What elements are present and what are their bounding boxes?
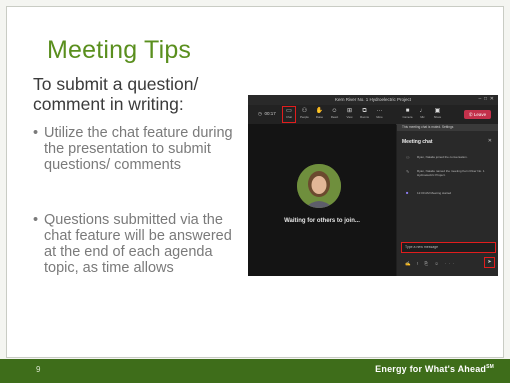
slide: Meeting Tips To submit a question/ comme… <box>0 0 510 383</box>
slide-subtitle: To submit a question/ comment in writing… <box>33 74 199 114</box>
timer-value: 00:17 <box>264 111 276 116</box>
leave-label: Leave <box>473 112 487 117</box>
toolbar-label: View <box>346 115 353 119</box>
meeting-timer: ◷ 00:17 <box>258 111 276 116</box>
chat-muted-banner[interactable]: This meeting chat is muted. Settings <box>397 124 498 131</box>
slide-footer: 9 Energy for What's AheadSM <box>0 359 510 383</box>
toolbar-share-button[interactable]: ▣ Share <box>431 107 444 122</box>
footer-tagline: Energy for What's AheadSM <box>375 364 494 374</box>
toolbar-chat-button[interactable]: ▭ Chat <box>282 106 296 123</box>
toolbar-react-button[interactable]: ☺ React <box>328 107 341 122</box>
react-icon: ☺ <box>331 108 338 114</box>
share-icon: ▣ <box>434 108 441 114</box>
toolbar-label: Raise <box>315 115 324 119</box>
tagline-text: Energy for What's Ahead <box>375 364 487 374</box>
rooms-icon: ⧉ <box>362 108 367 114</box>
close-icon[interactable]: ✕ <box>488 138 492 144</box>
edit-icon: ✎ <box>406 169 410 174</box>
meeting-started-icon: ■ <box>406 190 409 195</box>
people-icon: ⚇ <box>301 108 308 114</box>
teams-meeting-screenshot: Kern River No. 1 Hydroelectric Project –… <box>248 95 498 276</box>
more-icon: ··· <box>376 108 383 114</box>
toolbar-people-button[interactable]: ⚇ People <box>298 107 311 122</box>
bullet-dot-icon: • <box>33 125 39 141</box>
bullet-text: Utilize the chat feature during the pres… <box>44 125 233 173</box>
teams-title-bar: Kern River No. 1 Hydroelectric Project –… <box>248 95 498 105</box>
toolbar-label: Chat <box>286 115 292 119</box>
toolbar-more-button[interactable]: ··· More <box>373 107 386 122</box>
toolbar-label: People <box>300 115 309 119</box>
page-number: 9 <box>36 365 41 374</box>
leave-button[interactable]: ✆ Leave <box>464 110 491 119</box>
avatar-photo-icon <box>297 164 341 208</box>
service-mark: SM <box>486 364 494 370</box>
chat-icon: ▭ <box>286 108 292 114</box>
toolbar-label: Camera <box>402 115 413 119</box>
meeting-chat-panel: This meeting chat is muted. Settings Mee… <box>397 124 498 276</box>
chat-message-input[interactable]: Type a new message <box>401 242 496 253</box>
chat-header: Meeting chat <box>402 139 433 145</box>
toolbar-camera-button[interactable]: ■ Camera <box>401 107 414 122</box>
bullet-item: • Utilize the chat feature during the pr… <box>33 125 238 173</box>
chat-message: Ryan, Natalie joined the conversation. <box>417 155 468 159</box>
toolbar-raise-button[interactable]: ✋ Raise <box>313 107 326 122</box>
waiting-status: Waiting for others to join... <box>284 218 360 224</box>
toolbar-label: More <box>376 115 383 119</box>
chat-message: Ryan, Natalie named the meeting Kern Riv… <box>417 169 485 177</box>
slide-title: Meeting Tips <box>47 36 192 64</box>
bullet-dot-icon: • <box>33 212 39 228</box>
toolbar-label: React <box>330 115 339 119</box>
mic-icon: ♩ <box>419 108 426 114</box>
window-controls-icon[interactable]: – □ ✕ <box>478 96 494 102</box>
toolbar-label: Mic <box>420 115 425 119</box>
chat-message: 12:00 AM Meeting started <box>417 191 452 195</box>
participant-avatar <box>297 164 341 208</box>
teams-window-title: Kern River No. 1 Hydroelectric Project <box>334 97 412 102</box>
toolbar-rooms-button[interactable]: ⧉ Rooms <box>358 107 371 122</box>
toolbar-mic-button[interactable]: ♩ Mic <box>416 107 429 122</box>
teams-toolbar: ◷ 00:17 ▭ Chat ⚇ People ✋ Raise ☺ React … <box>248 105 498 125</box>
view-icon: ⊞ <box>346 108 353 114</box>
raise-hand-icon: ✋ <box>315 108 324 114</box>
toolbar-view-button[interactable]: ⊞ View <box>343 107 356 122</box>
meeting-stage: Waiting for others to join... <box>248 124 396 276</box>
camera-icon: ■ <box>405 108 410 114</box>
send-icon[interactable]: ➤ <box>484 257 495 268</box>
format-toolbar-icons[interactable]: ✍ ! ⎘ ☺ ··· <box>405 261 457 267</box>
bullet-text: Questions submitted via the chat feature… <box>44 212 232 276</box>
toolbar-label: Share <box>433 115 442 119</box>
toolbar-label: Rooms <box>360 115 369 119</box>
bullet-item: • Questions submitted via the chat featu… <box>33 212 238 276</box>
person-join-icon: ⚇ <box>406 155 410 160</box>
